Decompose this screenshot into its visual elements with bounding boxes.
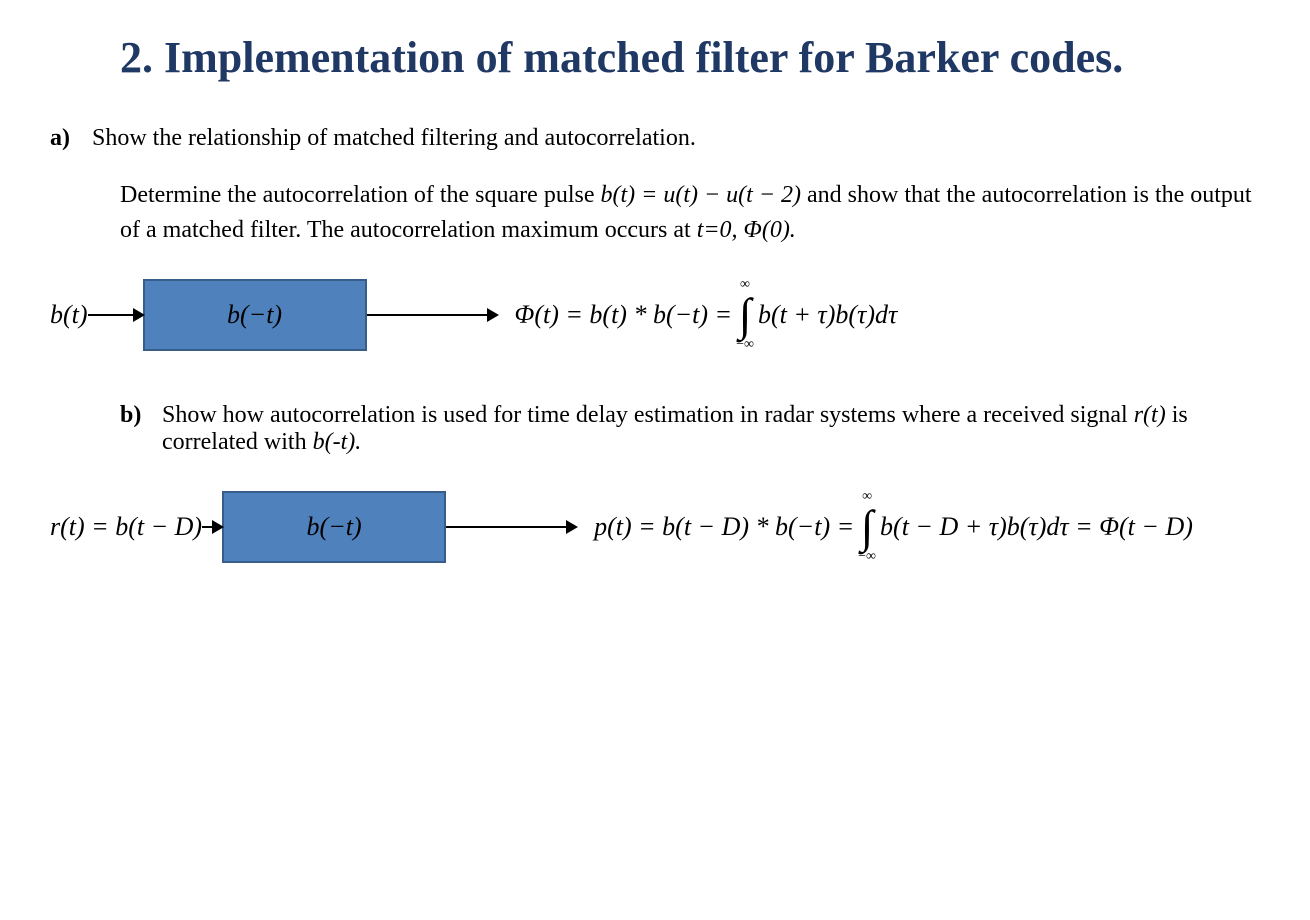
diag2-int-lower: −∞ xyxy=(858,550,876,564)
section-title: 2. Implementation of matched filter for … xyxy=(120,30,1260,85)
item-b-marker: b) xyxy=(120,402,148,429)
b-rt: r(t) xyxy=(1134,402,1166,428)
integral-symbol-icon: ∫ xyxy=(861,504,874,550)
a-pulse-def: b(t) = u(t) − u(t − 2) xyxy=(600,182,801,208)
b-bmt: b(-t). xyxy=(313,429,362,455)
page-root: 2. Implementation of matched filter for … xyxy=(0,0,1310,654)
diag1-int-body: b(t + τ)b(τ)dτ xyxy=(758,300,897,330)
b-text-pre: Show how autocorrelation is used for tim… xyxy=(162,402,1134,428)
diag1-output-equation: Φ(t) = b(t) * b(−t) = ∞ ∫ −∞ b(t + τ)b(τ… xyxy=(515,278,898,352)
diag2-int-body: b(t − D + τ)b(τ)dτ = Φ(t − D) xyxy=(880,512,1193,542)
arrow-icon xyxy=(446,526,576,528)
arrow-icon xyxy=(88,314,143,316)
integral-symbol-icon: ∫ xyxy=(739,292,752,338)
integral-icon: ∞ ∫ −∞ b(t + τ)b(τ)dτ xyxy=(736,278,897,352)
a-para-pre: Determine the autocorrelation of the squ… xyxy=(120,182,600,208)
item-b-text: Show how autocorrelation is used for tim… xyxy=(162,402,1260,456)
diagram-time-delay: r(t) = b(t − D) b(−t) p(t) = b(t − D) * … xyxy=(50,490,1260,564)
diag2-output-equation: p(t) = b(t − D) * b(−t) = ∞ ∫ −∞ b(t − D… xyxy=(594,490,1193,564)
item-a: a) Show the relationship of matched filt… xyxy=(50,125,1260,152)
item-b: b) Show how autocorrelation is used for … xyxy=(120,402,1260,456)
diag1-input-label: b(t) xyxy=(50,300,88,330)
item-a-lead: Show the relationship of matched filteri… xyxy=(92,125,1260,152)
integral-icon: ∞ ∫ −∞ b(t − D + τ)b(τ)dτ = Φ(t − D) xyxy=(858,490,1193,564)
diag1-int-lower: −∞ xyxy=(736,338,754,352)
diagram-autocorrelation: b(t) b(−t) Φ(t) = b(t) * b(−t) = ∞ ∫ −∞ … xyxy=(50,278,1260,352)
diag1-filter-block: b(−t) xyxy=(143,279,367,351)
arrow-icon xyxy=(367,314,497,316)
arrow-icon xyxy=(202,526,222,528)
item-a-marker: a) xyxy=(50,125,78,152)
diag2-input-label: r(t) = b(t − D) xyxy=(50,512,202,542)
diag2-out-lhs: p(t) = b(t − D) * b(−t) = xyxy=(594,512,854,542)
a-tail: t=0, Φ(0). xyxy=(697,217,796,243)
item-a-paragraph: Determine the autocorrelation of the squ… xyxy=(120,178,1260,248)
diag1-out-lhs: Φ(t) = b(t) * b(−t) = xyxy=(515,300,733,330)
diag2-filter-block: b(−t) xyxy=(222,491,446,563)
